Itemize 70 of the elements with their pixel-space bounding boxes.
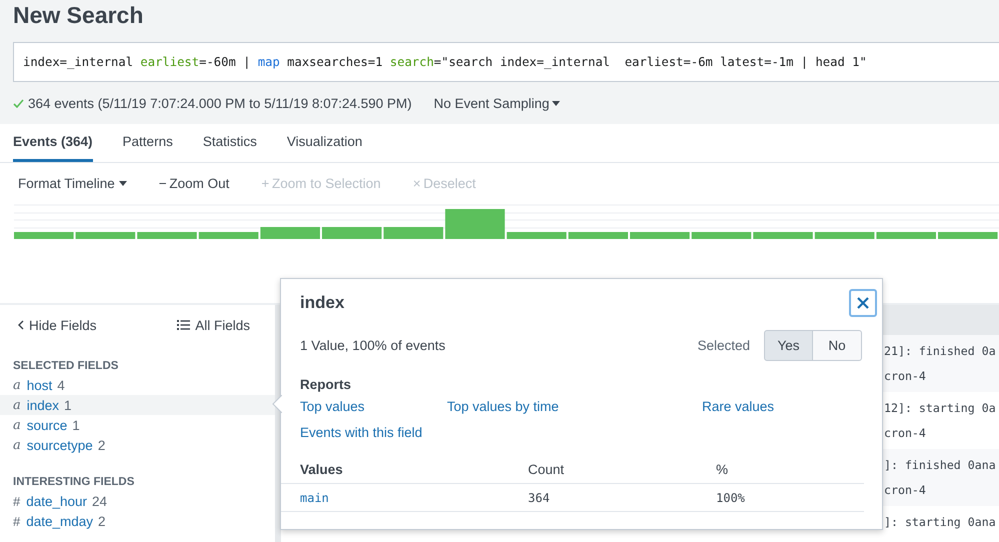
field-count: 1	[64, 398, 72, 412]
field-name: sourcetype	[26, 438, 93, 452]
chevron-left-icon	[18, 320, 24, 330]
tab[interactable]: Visualization	[286, 124, 362, 162]
field-name: date_mday	[26, 514, 94, 528]
field-name: date_hour	[26, 494, 88, 508]
caret-icon	[552, 100, 560, 106]
section-heading: Reports	[300, 377, 352, 394]
sampling-dropdown[interactable]: No Event Sampling	[434, 96, 560, 110]
tab[interactable]: Patterns	[122, 124, 173, 162]
field-name: index	[26, 398, 60, 412]
popup-title: index	[300, 293, 344, 313]
selected-label: Selected	[697, 338, 750, 352]
report-link[interactable]: Top values by time	[447, 399, 559, 414]
field-item[interactable]: # date_hour 24	[0, 491, 275, 511]
field-count: 1	[72, 418, 80, 432]
close-button[interactable]	[849, 289, 877, 317]
column-header: Count	[528, 462, 564, 477]
value-link[interactable]: main	[300, 490, 329, 504]
list-icon	[177, 320, 190, 330]
field-count: 2	[98, 438, 106, 452]
table-cell: 100%	[716, 490, 745, 504]
toggle-button[interactable]: Yes	[764, 330, 813, 360]
field-item[interactable]: a source 1	[0, 415, 275, 435]
caret-icon	[118, 180, 127, 186]
field-type-glyph: #	[13, 514, 20, 528]
toolbar-action: + Zoom to Selection	[261, 176, 381, 190]
event-text: cron-4	[884, 368, 926, 385]
field-count: 4	[57, 378, 65, 392]
field-item[interactable]: a index 1	[0, 395, 275, 415]
event-text: cron-4	[884, 482, 926, 499]
field-count: 24	[92, 494, 108, 508]
section-heading: SELECTED FIELDS	[12, 359, 120, 374]
column-header: %	[716, 462, 728, 477]
check-icon	[13, 98, 24, 108]
field-type-glyph: a	[13, 378, 21, 392]
toolbar-action: × Deselect	[412, 176, 476, 190]
event-summary: 364 events (5/11/19 7:07:24.000 PM to 5/11/19 8:07:24.590 PM)	[28, 96, 412, 110]
report-link[interactable]: Events with this field	[300, 425, 422, 440]
search-field[interactable]: index=_internal earliest=-60m | map maxsearches=1 search="search index=_internal earliest=-6m latest=-1m | head 1"	[13, 42, 999, 82]
field-item[interactable]: a sourcetype 2	[0, 435, 275, 455]
event-text: 12]: starting 0a	[884, 400, 996, 417]
field-name: host	[26, 378, 52, 392]
page-title: New Search	[12, 1, 144, 30]
all-fields-button[interactable]: All Fields	[177, 318, 250, 332]
field-type-glyph: a	[13, 438, 21, 452]
table-cell: 364	[528, 490, 550, 504]
section-heading: INTERESTING FIELDS	[12, 475, 136, 490]
toolbar-action[interactable]: − Zoom Out	[158, 176, 230, 190]
field-count: 2	[98, 514, 106, 528]
hide-fields-link[interactable]: Hide Fields	[18, 318, 97, 332]
tab[interactable]: Events (364)	[13, 124, 93, 162]
field-item[interactable]: a host 4	[0, 375, 275, 395]
event-text: cron-4	[884, 425, 926, 442]
field-type-glyph: a	[13, 398, 21, 412]
field-name: source	[26, 418, 68, 432]
field-type-glyph: #	[13, 494, 20, 508]
column-header: Values	[300, 462, 343, 477]
field-type-glyph: a	[13, 418, 21, 432]
value-summary: 1 Value, 100% of events	[300, 338, 446, 352]
close-icon	[857, 297, 869, 309]
report-link[interactable]: Rare values	[702, 399, 774, 414]
event-text: ]: starting 0ana	[884, 514, 996, 531]
format-timeline-menu[interactable]: Format Timeline	[18, 176, 127, 190]
event-text: ]: finished 0ana	[884, 457, 996, 474]
field-item[interactable]: # date_mday 2	[0, 511, 275, 531]
tab[interactable]: Statistics	[202, 124, 257, 162]
event-text: 21]: finished 0a	[884, 343, 996, 360]
toggle-button[interactable]: No	[813, 330, 862, 360]
report-link[interactable]: Top values	[300, 399, 365, 414]
